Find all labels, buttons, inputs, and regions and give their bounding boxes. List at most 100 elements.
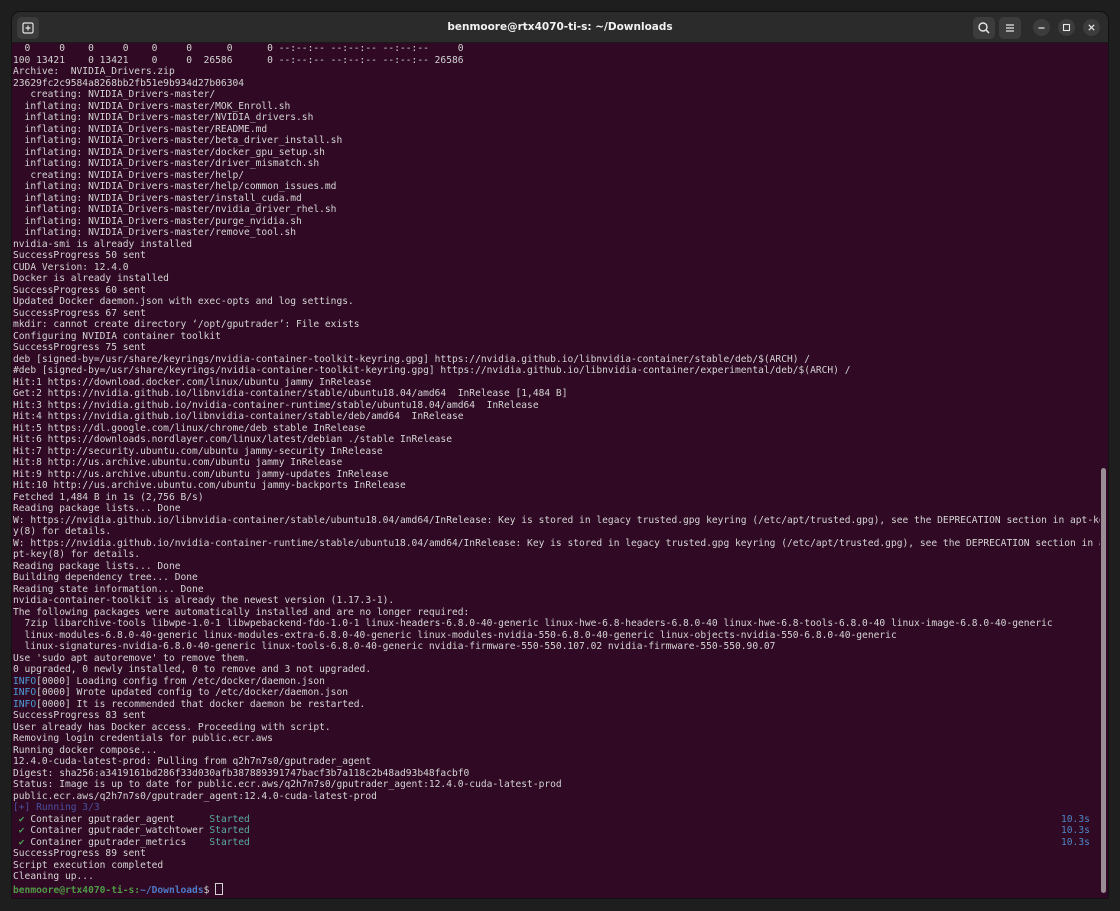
output-line: 100 13421 0 13421 0 0 26586 0 --:--:-- -…: [13, 54, 464, 66]
output-line: Hit:9 http://us.archive.ubuntu.com/ubunt…: [13, 468, 389, 480]
output-line: inflating: NVIDIA_Drivers-master/MOK_Enr…: [13, 100, 291, 112]
output-line: Running docker compose...: [13, 744, 158, 756]
output-line: Docker is already installed: [13, 273, 169, 284]
output-line: creating: NVIDIA_Drivers-master/help/: [13, 169, 245, 181]
window-title: benmoore@rtx4070-ti-s: ~/Downloads: [447, 21, 673, 33]
output-line: inflating: NVIDIA_Drivers-master/NVIDIA_…: [13, 112, 314, 123]
output-line: Hit:7 http://security.ubuntu.com/ubuntu …: [13, 445, 383, 457]
output-line: Fetched 1,484 B in 1s (2,756 B/s): [13, 491, 204, 503]
output-line: 7zip libarchive-tools libwpe-1.0-1 libwp…: [13, 618, 1053, 629]
output-line: #deb [signed-by=/usr/share/keyrings/nvid…: [13, 365, 851, 376]
container-status: Started: [209, 836, 250, 848]
scrollbar[interactable]: [1100, 43, 1108, 898]
output-line: nvidia-smi is already installed: [13, 238, 193, 250]
output-line: Updated Docker daemon.json with exec-opt…: [13, 296, 354, 307]
output-line: nvidia-container-toolkit is already the …: [13, 595, 395, 606]
info-tag: INFO: [13, 675, 37, 687]
output-line: inflating: NVIDIA_Drivers-master/purge_n…: [13, 215, 302, 227]
container-name: Container gputrader_watchtower: [30, 825, 210, 836]
search-icon: [978, 22, 990, 34]
output-line: 12.4.0-cuda-latest-prod: Pulling from q2…: [13, 756, 372, 767]
output-line: Configuring NVIDIA container toolkit: [13, 330, 221, 342]
output-line: SuccessProgress 67 sent: [13, 307, 146, 319]
output-line: 0 0 0 0 0 0 0 0 --:--:-- --:--:-- --:--:…: [13, 43, 464, 54]
container-status-line: ✔ Container gputrader_metrics Started: [13, 837, 250, 849]
check-icon: ✔: [18, 813, 25, 825]
output-line: Hit:10 http://us.archive.ubuntu.com/ubun…: [13, 480, 406, 491]
output-line: Status: Image is up to date for public.e…: [13, 779, 562, 790]
output-line: creating: NVIDIA_Drivers-master/: [13, 89, 216, 100]
prompt-path: ~/Downloads: [140, 884, 204, 896]
minimize-button[interactable]: [1033, 19, 1050, 36]
info-log-line: INFO[0000] It is recommended that docker…: [13, 699, 365, 711]
output-line: Cleaning up...: [13, 871, 94, 882]
output-line: W: https://nvidia.github.io/libnvidia-co…: [13, 514, 1100, 526]
maximize-icon: [1062, 23, 1071, 32]
container-status-line: ✔ Container gputrader_watchtower Started: [13, 825, 250, 837]
output-line: Removing login credentials for public.ec…: [13, 733, 273, 744]
output-line: inflating: NVIDIA_Drivers-master/beta_dr…: [13, 135, 343, 146]
title-bar: benmoore@rtx4070-ti-s: ~/Downloads: [12, 12, 1108, 43]
output-line: Hit:6 https://downloads.nordlayer.com/li…: [13, 434, 452, 445]
output-line: W: https://nvidia.github.io/nvidia-conta…: [13, 537, 1100, 549]
search-button[interactable]: [973, 17, 995, 39]
prompt-symbol: $: [203, 884, 216, 896]
output-line: Hit:8 http://us.archive.ubuntu.com/ubunt…: [13, 457, 343, 468]
output-line: Reading package lists... Done: [13, 503, 181, 514]
info-log-line: INFO[0000] Wrote updated config to /etc/…: [13, 687, 348, 699]
output-line: Reading package lists... Done: [13, 560, 181, 572]
output-line: linux-modules-6.8.0-40-generic linux-mod…: [13, 629, 897, 641]
minimize-icon: [1038, 27, 1045, 29]
maximize-button[interactable]: [1058, 19, 1075, 36]
info-message: [0000] Wrote updated config to /etc/dock…: [36, 687, 349, 698]
output-line: inflating: NVIDIA_Drivers-master/driver_…: [13, 158, 320, 169]
container-status: Started: [209, 813, 250, 825]
info-tag: INFO: [13, 698, 37, 710]
output-line: Building dependency tree... Done: [13, 572, 198, 583]
shell-prompt: benmoore@rtx4070-ti-s:~/Downloads$: [13, 882, 224, 896]
close-button[interactable]: [1083, 19, 1100, 36]
check-icon: ✔: [18, 825, 25, 836]
output-line: inflating: NVIDIA_Drivers-master/docker_…: [13, 146, 325, 158]
output-line: 0 upgraded, 0 newly installed, 0 to remo…: [13, 664, 372, 675]
output-line: SuccessProgress 89 sent: [13, 848, 146, 859]
output-line: SuccessProgress 50 sent: [13, 250, 146, 261]
container-elapsed-time: 10.3s: [1061, 825, 1090, 836]
output-line: Hit:3 https://nvidia.github.io/nvidia-co…: [13, 399, 539, 411]
output-line: y(8) for details.: [13, 526, 112, 537]
output-line: linux-signatures-nvidia-6.8.0-40-generic…: [13, 641, 776, 652]
output-line: deb [signed-by=/usr/share/keyrings/nvidi…: [13, 353, 811, 365]
scrollbar-thumb[interactable]: [1101, 468, 1106, 893]
info-message: [0000] Loading config from /etc/docker/d…: [36, 675, 325, 687]
info-log-line: INFO[0000] Loading config from /etc/dock…: [13, 676, 325, 688]
container-status: Started: [209, 825, 250, 836]
output-line: CUDA Version: 12.4.0: [13, 261, 129, 273]
output-line: mkdir: cannot create directory ‘/opt/gpu…: [13, 319, 360, 330]
output-line: Hit:5 https://dl.google.com/linux/chrome…: [13, 422, 366, 434]
info-tag: INFO: [13, 687, 37, 698]
hamburger-menu-icon: [1006, 24, 1014, 32]
output-line: 23629fc2c9584a8268bb2fb51e9b934d27b06304: [13, 77, 245, 89]
output-line: Reading state information... Done: [13, 583, 204, 595]
output-line: inflating: NVIDIA_Drivers-master/help/co…: [13, 181, 337, 192]
container-name: Container gputrader_metrics: [30, 836, 210, 848]
output-line: SuccessProgress 60 sent: [13, 284, 146, 296]
prompt-user-host: benmoore@rtx4070-ti-s: [13, 884, 135, 896]
container-name: Container gputrader_agent: [30, 813, 210, 825]
container-elapsed-time: 10.3s: [1061, 813, 1090, 825]
output-line: pt-key(8) for details.: [13, 549, 141, 560]
output-line: Hit:4 https://nvidia.github.io/libnvidia…: [13, 411, 464, 422]
output-line: Use 'sudo apt autoremove' to remove them…: [13, 652, 250, 664]
output-line: Digest: sha256:a3419161bd286f33d030afb38…: [13, 767, 470, 779]
compose-running-line: [+] Running 3/3: [13, 802, 100, 813]
output-line: SuccessProgress 75 sent: [13, 342, 146, 353]
container-elapsed-time: 10.3s: [1061, 836, 1090, 848]
output-line: User already has Docker access. Proceedi…: [13, 721, 331, 733]
output-line: Archive: NVIDIA_Drivers.zip: [13, 66, 175, 77]
output-line: inflating: NVIDIA_Drivers-master/install…: [13, 192, 302, 204]
info-message: [0000] It is recommended that docker dae…: [36, 698, 366, 710]
terminal-output[interactable]: 0 0 0 0 0 0 0 0 --:--:-- --:--:-- --:--:…: [12, 43, 1100, 898]
output-line: Hit:1 https://download.docker.com/linux/…: [13, 376, 372, 388]
output-line: public.ecr.aws/q2h7n7s0/gputrader_agent:…: [13, 790, 377, 802]
menu-button[interactable]: [999, 17, 1021, 39]
